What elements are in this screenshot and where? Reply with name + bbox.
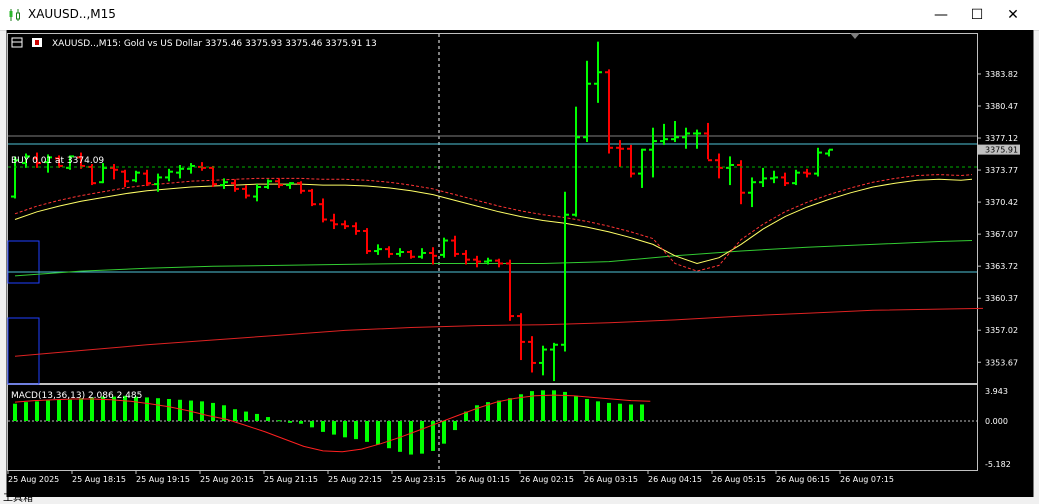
- chart-symbol-line: XAUUSD..,M15: Gold vs US Dollar 3375.46 …: [52, 39, 377, 49]
- time-axis-tick: 25 Aug 19:15: [136, 475, 190, 484]
- time-axis-tick: 26 Aug 05:15: [712, 475, 766, 484]
- time-axis-tick: 26 Aug 04:15: [648, 475, 702, 484]
- price-axis-tick: 3360.37: [985, 294, 1018, 303]
- time-axis-tick: 25 Aug 2025: [8, 475, 59, 484]
- maximize-button[interactable]: ☐: [959, 0, 995, 30]
- macd-histogram-bar: [618, 403, 622, 421]
- macd-histogram-bar: [321, 421, 325, 432]
- time-axis-tick: 26 Aug 06:15: [776, 475, 830, 484]
- macd-axis-tick: 0.000: [985, 417, 1008, 426]
- time-axis-tick: 26 Aug 01:15: [456, 475, 510, 484]
- minimize-button[interactable]: —: [923, 0, 959, 30]
- price-axis-tick: 3377.12: [985, 134, 1018, 143]
- macd-histogram-bar: [35, 401, 39, 421]
- macd-histogram-bar: [167, 398, 171, 421]
- macd-histogram-bar: [497, 400, 501, 421]
- macd-axis-tick: 3.943: [985, 387, 1008, 396]
- time-axis-tick: 26 Aug 03:15: [584, 475, 638, 484]
- window-titlebar: XAUUSD..,M15 — ☐ ✕: [0, 0, 1039, 31]
- macd-histogram-bar: [332, 421, 336, 435]
- price-axis-tick: 3367.07: [985, 230, 1018, 239]
- macd-histogram-bar: [288, 421, 292, 423]
- macd-histogram-bar: [607, 402, 611, 421]
- close-button[interactable]: ✕: [995, 0, 1031, 30]
- minimize-icon: —: [934, 7, 948, 23]
- macd-histogram-bar: [508, 398, 512, 421]
- time-axis-tick: 26 Aug 02:15: [520, 475, 574, 484]
- macd-histogram-bar: [156, 398, 160, 421]
- macd-histogram-bar: [563, 391, 567, 421]
- macd-histogram-bar: [255, 413, 259, 421]
- macd-histogram-bar: [541, 390, 545, 421]
- price-axis-tick: 3363.72: [985, 262, 1018, 271]
- macd-histogram-bar: [24, 402, 28, 421]
- macd-histogram-bar: [211, 402, 215, 421]
- macd-histogram-bar: [178, 399, 182, 421]
- time-axis-tick: 25 Aug 22:15: [328, 475, 382, 484]
- macd-histogram-bar: [79, 398, 83, 421]
- buy-order-label: BUY 0.01 at 3374.09: [11, 156, 104, 166]
- macd-histogram-bar: [585, 398, 589, 421]
- macd-label: MACD(13,36,13) 2.086 2.485: [11, 391, 142, 401]
- macd-histogram-bar: [277, 420, 281, 422]
- macd-histogram-bar: [57, 399, 61, 421]
- macd-histogram-bar: [145, 397, 149, 421]
- macd-histogram-bar: [233, 409, 237, 421]
- current-price-label: 3375.91: [985, 146, 1018, 155]
- macd-histogram-bar: [68, 399, 72, 421]
- macd-axis-tick: -5.182: [985, 460, 1011, 469]
- maximize-icon: ☐: [970, 7, 984, 23]
- macd-histogram-bar: [596, 401, 600, 421]
- macd-histogram-bar: [299, 421, 303, 424]
- macd-histogram-bar: [376, 421, 380, 445]
- macd-histogram-bar: [453, 421, 457, 431]
- price-chart[interactable]: XAUUSD..,M15: Gold vs US Dollar 3375.46 …: [7, 30, 1033, 497]
- macd-histogram-bar: [574, 395, 578, 421]
- time-axis-tick: 25 Aug 21:15: [264, 475, 318, 484]
- price-axis-tick: 3383.82: [985, 70, 1018, 79]
- macd-histogram-bar: [13, 403, 17, 421]
- price-axis-tick: 3370.42: [985, 198, 1018, 207]
- macd-histogram-bar: [365, 421, 369, 442]
- macd-histogram-bar: [244, 411, 248, 421]
- macd-histogram-bar: [409, 421, 413, 455]
- macd-histogram-bar: [310, 421, 314, 428]
- time-axis-tick: 26 Aug 07:15: [840, 475, 894, 484]
- macd-histogram-bar: [354, 421, 358, 440]
- macd-histogram-bar: [200, 401, 204, 421]
- macd-histogram-bar: [343, 421, 347, 438]
- close-icon: ✕: [1007, 7, 1019, 23]
- window-title: XAUUSD..,M15: [28, 7, 116, 21]
- macd-histogram-bar: [519, 394, 523, 421]
- time-axis-tick: 25 Aug 18:15: [72, 475, 126, 484]
- time-axis-tick: 25 Aug 23:15: [392, 475, 446, 484]
- price-axis-tick: 3373.77: [985, 166, 1018, 175]
- time-axis-tick: 25 Aug 20:15: [200, 475, 254, 484]
- candlestick-chart-icon: [9, 9, 20, 21]
- price-axis-tick: 3353.67: [985, 358, 1018, 367]
- price-axis-tick: 3357.02: [985, 326, 1018, 335]
- macd-histogram-bar: [640, 404, 644, 421]
- price-axis-tick: 3380.47: [985, 102, 1018, 111]
- chart-window[interactable]: XAUUSD..,M15: Gold vs US Dollar 3375.46 …: [6, 30, 1034, 497]
- macd-histogram-bar: [46, 400, 50, 421]
- macd-histogram-bar: [442, 421, 446, 444]
- macd-histogram-bar: [629, 404, 633, 421]
- macd-histogram-bar: [387, 421, 391, 449]
- macd-histogram-bar: [266, 417, 270, 421]
- macd-histogram-bar: [420, 421, 424, 454]
